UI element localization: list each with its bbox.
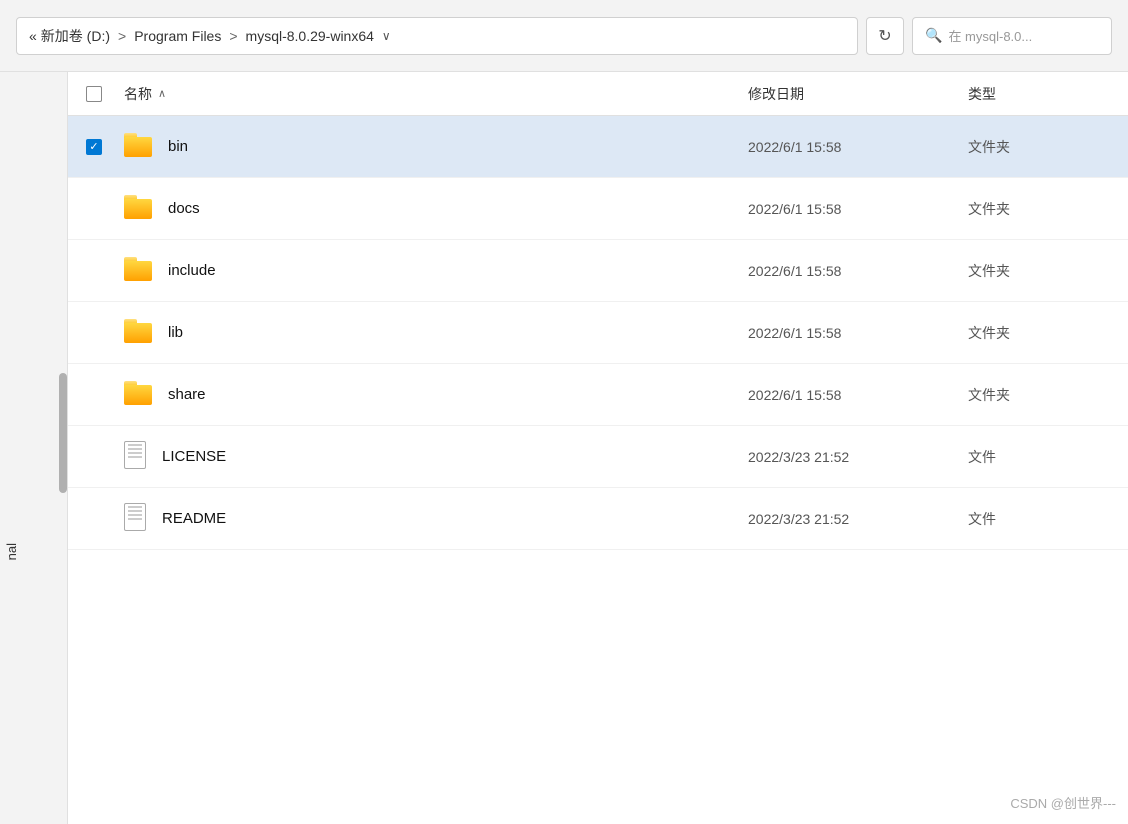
row-filename: share (168, 386, 748, 403)
row-type: 文件夹 (968, 323, 1128, 343)
folder-icon (124, 257, 152, 281)
table-row[interactable]: LICENSE2022/3/23 21:52文件 (68, 426, 1128, 488)
row-name-cell: include (120, 257, 748, 284)
row-name-cell: README (120, 503, 748, 534)
refresh-button[interactable]: ↻ (866, 17, 904, 55)
row-type: 文件夹 (968, 385, 1128, 405)
row-date: 2022/6/1 15:58 (748, 201, 968, 217)
column-type-header[interactable]: 类型 (968, 84, 1128, 104)
breadcrumb-prefix: « (29, 28, 37, 44)
row-checkbox-area[interactable] (68, 325, 120, 341)
row-type: 文件夹 (968, 199, 1128, 219)
file-icon (124, 441, 146, 469)
column-date-label: 修改日期 (748, 86, 804, 102)
folder-icon (124, 319, 152, 343)
column-name-header[interactable]: 名称 ∧ (120, 84, 748, 104)
row-filename: LICENSE (162, 448, 748, 465)
address-bar: « 新加卷 (D:) > Program Files > mysql-8.0.2… (0, 0, 1128, 72)
search-area[interactable]: 🔍 在 mysql-8.0... (912, 17, 1112, 55)
breadcrumb-sep1: > (118, 28, 126, 44)
breadcrumb-folder1[interactable]: Program Files (134, 28, 221, 44)
row-checkbox-empty (86, 201, 102, 217)
breadcrumb: « 新加卷 (D:) > Program Files > mysql-8.0.2… (29, 26, 374, 46)
breadcrumb-sep2: > (229, 28, 237, 44)
row-type: 文件夹 (968, 137, 1128, 157)
table-row[interactable]: README2022/3/23 21:52文件 (68, 488, 1128, 550)
row-type: 文件 (968, 509, 1128, 529)
header-checkbox[interactable] (86, 86, 102, 102)
search-icon: 🔍 (925, 27, 942, 44)
row-checkbox-area[interactable]: ✓ (68, 139, 120, 155)
column-date-header[interactable]: 修改日期 (748, 84, 968, 104)
row-date: 2022/3/23 21:52 (748, 511, 968, 527)
row-name-cell: LICENSE (120, 441, 748, 472)
row-type: 文件夹 (968, 261, 1128, 281)
row-filename: README (162, 510, 748, 527)
row-checkbox-empty (86, 263, 102, 279)
row-checkbox-empty (86, 449, 102, 465)
breadcrumb-area[interactable]: « 新加卷 (D:) > Program Files > mysql-8.0.2… (16, 17, 858, 55)
row-filename: include (168, 262, 748, 279)
main-layout: nal 名称 ∧ 修改日期 类型 ✓bin2022/6/1 15:58文件夹do… (0, 72, 1128, 824)
breadcrumb-drive[interactable]: 新加卷 (D:) (41, 26, 110, 46)
sidebar: nal (0, 72, 68, 824)
row-name-cell: share (120, 381, 748, 408)
row-date: 2022/6/1 15:58 (748, 387, 968, 403)
column-type-label: 类型 (968, 86, 996, 102)
row-date: 2022/6/1 15:58 (748, 325, 968, 341)
row-checkbox-empty (86, 325, 102, 341)
search-placeholder: 在 mysql-8.0... (948, 26, 1032, 45)
folder-icon (124, 133, 152, 157)
row-checkbox-checked[interactable]: ✓ (86, 139, 102, 155)
header-checkbox-area[interactable] (68, 86, 120, 102)
table-row[interactable]: lib2022/6/1 15:58文件夹 (68, 302, 1128, 364)
row-type: 文件 (968, 447, 1128, 467)
row-filename: lib (168, 324, 748, 341)
row-checkbox-area[interactable] (68, 263, 120, 279)
file-icon (124, 503, 146, 531)
refresh-icon: ↻ (878, 26, 891, 46)
row-filename: bin (168, 138, 748, 155)
table-row[interactable]: ✓ bin2022/6/1 15:58文件夹 (68, 116, 1128, 178)
row-checkbox-area[interactable] (68, 449, 120, 465)
sidebar-label: nal (0, 539, 40, 564)
row-checkbox-area[interactable] (68, 201, 120, 217)
row-name-cell: bin (120, 133, 748, 160)
watermark: CSDN @创世界--- (1010, 793, 1116, 812)
breadcrumb-folder2[interactable]: mysql-8.0.29-winx64 (246, 28, 374, 44)
table-row[interactable]: share2022/6/1 15:58文件夹 (68, 364, 1128, 426)
row-checkbox-empty (86, 387, 102, 403)
row-checkbox-area[interactable] (68, 511, 120, 527)
row-date: 2022/3/23 21:52 (748, 449, 968, 465)
row-filename: docs (168, 200, 748, 217)
table-row[interactable]: include2022/6/1 15:58文件夹 (68, 240, 1128, 302)
file-panel: 名称 ∧ 修改日期 类型 ✓bin2022/6/1 15:58文件夹docs20… (68, 72, 1128, 824)
column-name-label: 名称 (124, 84, 152, 104)
row-name-cell: lib (120, 319, 748, 346)
row-name-cell: docs (120, 195, 748, 222)
folder-icon (124, 381, 152, 405)
row-checkbox-empty (86, 511, 102, 527)
file-list: ✓bin2022/6/1 15:58文件夹docs2022/6/1 15:58文… (68, 116, 1128, 824)
column-header: 名称 ∧ 修改日期 类型 (68, 72, 1128, 116)
folder-icon (124, 195, 152, 219)
row-date: 2022/6/1 15:58 (748, 263, 968, 279)
breadcrumb-dropdown-icon[interactable]: ∨ (382, 29, 391, 43)
table-row[interactable]: docs2022/6/1 15:58文件夹 (68, 178, 1128, 240)
sidebar-scrollbar[interactable] (59, 373, 67, 493)
sort-arrow-icon: ∧ (158, 87, 166, 100)
row-checkbox-area[interactable] (68, 387, 120, 403)
row-date: 2022/6/1 15:58 (748, 139, 968, 155)
